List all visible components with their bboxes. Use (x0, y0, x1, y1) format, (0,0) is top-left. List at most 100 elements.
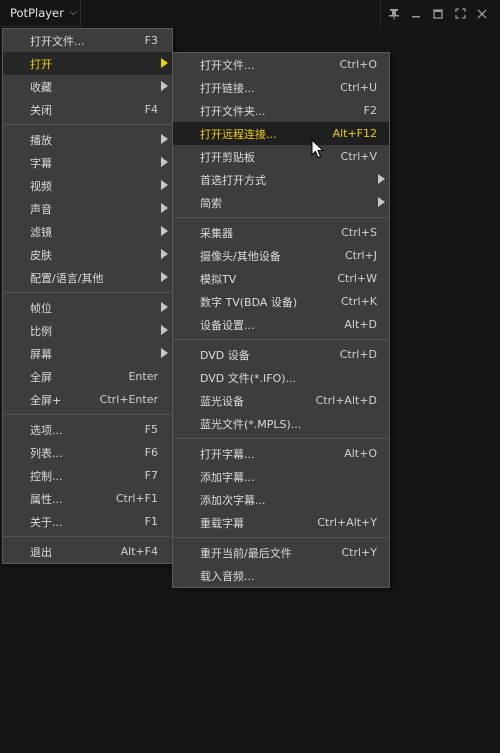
main-menu-item[interactable]: 帧位 (3, 296, 172, 319)
submenu-arrow-icon (161, 180, 168, 190)
main-menu-item[interactable]: 关于... F1 (3, 510, 172, 533)
minimize-icon[interactable] (405, 0, 427, 27)
main-menu-item[interactable]: 控制... F7 (3, 464, 172, 487)
main-menu-item[interactable]: 滤镜 (3, 220, 172, 243)
menu-item-label: 比例 (30, 324, 52, 338)
main-menu-item[interactable]: 皮肤 (3, 243, 172, 266)
menu-item-shortcut: Ctrl+F1 (115, 492, 158, 505)
main-menu-item[interactable]: 打开文件... F3 (3, 29, 172, 52)
menu-item-label: 控制... (30, 469, 63, 483)
open-menu-item[interactable]: 摄像头/其他设备 Ctrl+J (173, 244, 389, 267)
main-menu-item[interactable]: 关闭 F4 (3, 98, 172, 121)
open-menu-item[interactable]: 打开远程连接... Alt+F12 (173, 122, 389, 145)
open-menu-item[interactable]: 打开字幕... Alt+O (173, 442, 389, 465)
menu-separator (3, 536, 172, 537)
submenu-arrow-icon (161, 272, 168, 282)
menu-separator (3, 292, 172, 293)
open-menu-item[interactable]: 采集器 Ctrl+S (173, 221, 389, 244)
open-menu-item[interactable]: 打开文件夹... F2 (173, 99, 389, 122)
menu-item-label: 重载字幕 (200, 516, 244, 530)
menu-separator (3, 124, 172, 125)
open-menu-item[interactable]: 添加字幕... (173, 465, 389, 488)
menu-item-label: 打开链接... (200, 81, 255, 95)
maximize-icon[interactable] (427, 0, 449, 27)
fullscreen-icon[interactable] (449, 0, 471, 27)
main-menu-item[interactable]: 选项... F5 (3, 418, 172, 441)
open-menu-item[interactable]: 数字 TV(BDA 设备) Ctrl+K (173, 290, 389, 313)
submenu-arrow-icon (161, 249, 168, 259)
menu-item-label: 摄像头/其他设备 (200, 249, 281, 263)
menu-item-label: DVD 设备 (200, 348, 250, 362)
menu-item-label: 字幕 (30, 156, 52, 170)
menu-item-label: 滤镜 (30, 225, 52, 239)
app-menu-button[interactable]: PotPlayer ⌵ (0, 0, 81, 27)
pin-icon[interactable] (383, 0, 405, 27)
menu-item-shortcut: Ctrl+D (339, 348, 377, 361)
main-menu-item[interactable]: 播放 (3, 128, 172, 151)
open-menu-item[interactable]: 打开剪贴板 Ctrl+V (173, 145, 389, 168)
menu-item-label: 选项... (30, 423, 63, 437)
main-menu-item[interactable]: 全屏+ Ctrl+Enter (3, 388, 172, 411)
menu-item-label: 蓝光文件(*.MPLS)... (200, 417, 302, 431)
open-menu-item[interactable]: 设备设置... Alt+D (173, 313, 389, 336)
menu-item-label: 配置/语言/其他 (30, 271, 104, 285)
main-menu-item[interactable]: 屏幕 (3, 342, 172, 365)
open-menu-item[interactable]: 首选打开方式 (173, 168, 389, 191)
open-menu-item[interactable]: DVD 文件(*.IFO)... (173, 366, 389, 389)
open-menu-item[interactable]: 蓝光文件(*.MPLS)... (173, 412, 389, 435)
title-bar: PotPlayer ⌵ (0, 0, 500, 28)
open-menu-item[interactable]: 重开当前/最后文件 Ctrl+Y (173, 541, 389, 564)
app-name: PotPlayer (10, 6, 64, 20)
submenu-arrow-icon (161, 325, 168, 335)
open-menu-item[interactable]: 打开文件... Ctrl+O (173, 53, 389, 76)
open-menu-item[interactable]: 重载字幕 Ctrl+Alt+Y (173, 511, 389, 534)
chevron-down-icon: ⌵ (69, 8, 77, 18)
main-menu-item[interactable]: 字幕 (3, 151, 172, 174)
main-menu-item[interactable]: 打开 (3, 52, 172, 75)
submenu-arrow-icon (161, 302, 168, 312)
main-menu-item[interactable]: 属性... Ctrl+F1 (3, 487, 172, 510)
menu-item-shortcut: Ctrl+O (339, 58, 377, 71)
main-menu-item[interactable]: 比例 (3, 319, 172, 342)
open-menu-item[interactable]: 打开链接... Ctrl+U (173, 76, 389, 99)
menu-item-label: 添加次字幕... (200, 493, 266, 507)
open-menu-item[interactable]: 简索 (173, 191, 389, 214)
menu-item-shortcut: F1 (144, 515, 158, 528)
menu-item-shortcut: Ctrl+W (337, 272, 377, 285)
menu-item-label: 关于... (30, 515, 63, 529)
submenu-arrow-icon (161, 134, 168, 144)
menu-item-shortcut: F5 (144, 423, 158, 436)
open-menu-item[interactable]: 载入音频... (173, 564, 389, 587)
main-menu-item[interactable]: 全屏 Enter (3, 365, 172, 388)
menu-item-label: 重开当前/最后文件 (200, 546, 292, 560)
menu-item-label: 帧位 (30, 301, 52, 315)
menu-item-shortcut: Ctrl+J (344, 249, 377, 262)
titlebar-divider (380, 0, 381, 27)
menu-item-shortcut: Ctrl+U (340, 81, 377, 94)
menu-item-label: 皮肤 (30, 248, 52, 262)
menu-separator (3, 414, 172, 415)
main-menu-item[interactable]: 收藏 (3, 75, 172, 98)
main-menu-item[interactable]: 视频 (3, 174, 172, 197)
menu-item-label: 全屏+ (30, 393, 62, 407)
menu-item-shortcut: Ctrl+S (341, 226, 377, 239)
menu-item-shortcut: Alt+D (344, 318, 377, 331)
menu-item-shortcut: Alt+F12 (332, 127, 377, 140)
main-menu-item[interactable]: 列表... F6 (3, 441, 172, 464)
main-menu-item[interactable]: 退出 Alt+F4 (3, 540, 172, 563)
open-menu-item[interactable]: 添加次字幕... (173, 488, 389, 511)
open-menu-item[interactable]: DVD 设备 Ctrl+D (173, 343, 389, 366)
menu-item-label: DVD 文件(*.IFO)... (200, 371, 297, 385)
menu-separator (173, 438, 389, 439)
submenu-arrow-icon (161, 203, 168, 213)
close-icon[interactable] (471, 0, 493, 27)
main-menu-item[interactable]: 配置/语言/其他 (3, 266, 172, 289)
main-menu-item[interactable]: 声音 (3, 197, 172, 220)
submenu-arrow-icon (378, 197, 385, 207)
submenu-arrow-icon (161, 348, 168, 358)
open-menu-item[interactable]: 蓝光设备 Ctrl+Alt+D (173, 389, 389, 412)
menu-item-shortcut: Ctrl+Y (341, 546, 377, 559)
menu-separator (173, 217, 389, 218)
open-menu-item[interactable]: 模拟TV Ctrl+W (173, 267, 389, 290)
menu-item-label: 打开 (30, 57, 52, 71)
